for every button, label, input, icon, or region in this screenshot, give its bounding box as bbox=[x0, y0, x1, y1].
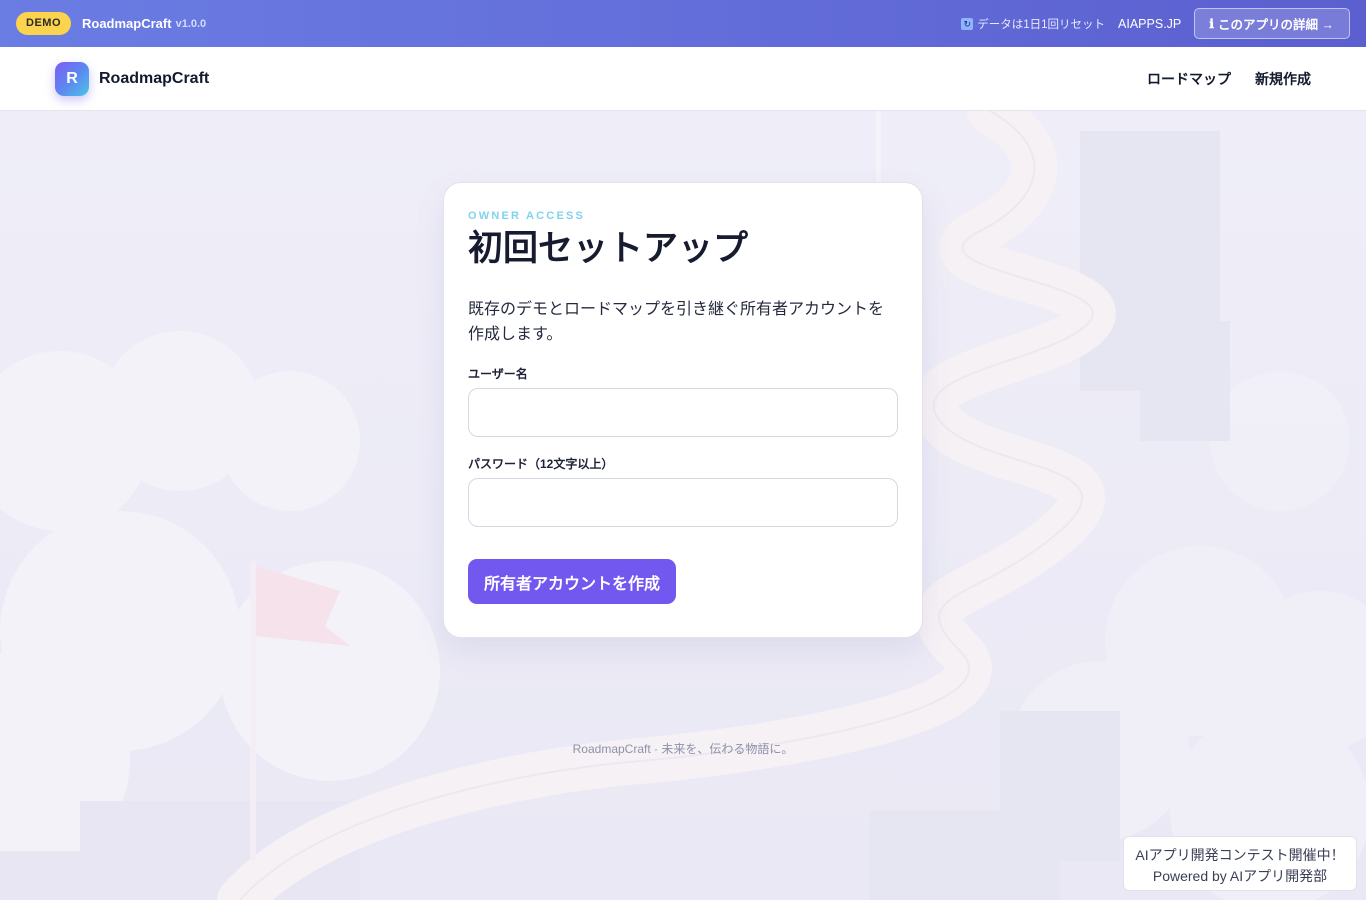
contest-line-2: Powered by AIアプリ開発部 bbox=[1152, 868, 1328, 884]
app-details-label: このアプリの詳細 → bbox=[1218, 18, 1334, 32]
demo-app-name: RoadmapCraft bbox=[82, 16, 172, 31]
username-label: ユーザー名 bbox=[468, 367, 528, 381]
demo-version: v1.0.0 bbox=[175, 17, 207, 30]
nav-item-roadmap[interactable]: ロードマップ bbox=[1147, 69, 1231, 89]
reset-note: ↻ データは1日1回リセット bbox=[961, 16, 1105, 32]
username-input[interactable] bbox=[468, 388, 898, 437]
main-nav: ロードマップ 新規作成 bbox=[1147, 69, 1311, 89]
contest-line-1: AIアプリ開発コンテスト開催中！ bbox=[1135, 847, 1345, 863]
logo-icon[interactable]: R bbox=[55, 61, 89, 96]
setup-description: 既存のデモとロードマップを引き継ぐ所有者アカウントを作成します。 bbox=[468, 301, 885, 343]
demo-badge: DEMO bbox=[16, 12, 71, 35]
password-label: パスワード（12文字以上） bbox=[468, 457, 614, 471]
create-owner-button[interactable]: 所有者アカウントを作成 bbox=[468, 559, 677, 604]
demo-bar: DEMO RoadmapCraft v1.0.0 ↻ データは1日1回リセット … bbox=[0, 0, 1366, 47]
info-icon: ℹ bbox=[1209, 17, 1215, 31]
nav-item-new[interactable]: 新規作成 bbox=[1255, 69, 1311, 89]
page-title: 初回セットアップ bbox=[468, 229, 749, 268]
app-details-button[interactable]: ℹ このアプリの詳細 → bbox=[1194, 8, 1350, 39]
refresh-icon: ↻ bbox=[961, 17, 974, 30]
password-input[interactable] bbox=[468, 478, 898, 527]
setup-card: OWNER ACCESS 初回セットアップ 既存のデモとロードマップを引き継ぐ所… bbox=[443, 182, 923, 638]
footer-tagline: RoadmapCraft · 未来を、伝わる物語に。 bbox=[572, 742, 794, 756]
site-header: R RoadmapCraft ロードマップ 新規作成 bbox=[0, 47, 1366, 111]
contest-banner[interactable]: AIアプリ開発コンテスト開催中！ Powered by AIアプリ開発部 bbox=[1123, 836, 1357, 891]
eyebrow-label: OWNER ACCESS bbox=[468, 210, 586, 222]
reset-note-text: データは1日1回リセット bbox=[977, 18, 1106, 31]
demo-bar-right: ↻ データは1日1回リセット AIAPPS.JP ℹ このアプリの詳細 → bbox=[961, 8, 1350, 39]
brand-name[interactable]: RoadmapCraft bbox=[99, 70, 209, 88]
aiapps-link[interactable]: AIAPPS.JP bbox=[1118, 17, 1181, 31]
